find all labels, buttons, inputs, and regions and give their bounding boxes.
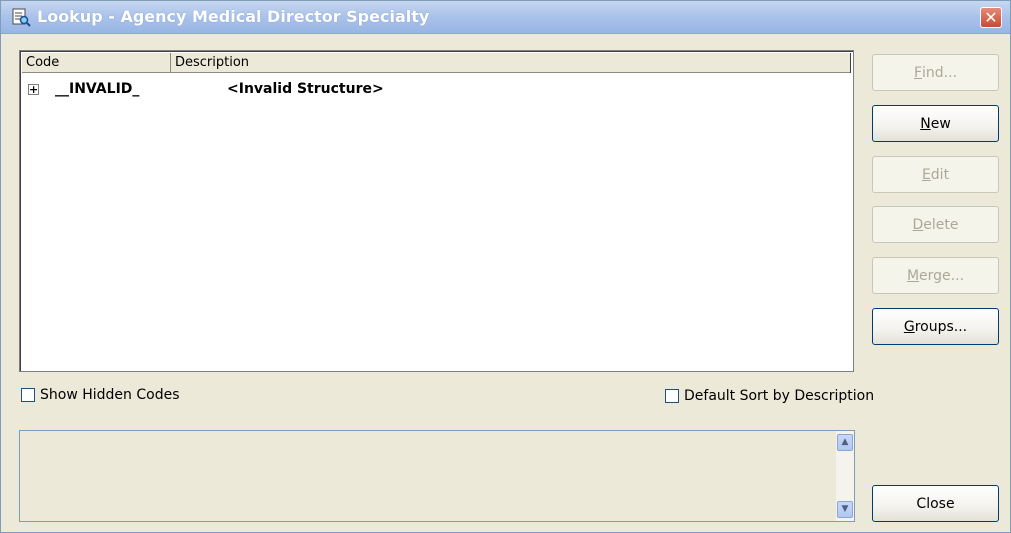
close-label: Close (916, 495, 955, 512)
window-title: Lookup - Agency Medical Director Special… (37, 7, 430, 26)
find-button[interactable]: Find... (872, 54, 999, 91)
merge-label: erge... (919, 267, 965, 284)
row-code: __INVALID_ (55, 81, 140, 97)
scroll-down-icon[interactable]: ▼ (837, 501, 853, 518)
column-header-description[interactable]: Description (171, 53, 851, 73)
lookup-window: Lookup - Agency Medical Director Special… (0, 0, 1011, 533)
row-description: <Invalid Structure> (227, 81, 384, 97)
find-label: ind... (922, 64, 958, 81)
delete-label: elete (923, 216, 959, 233)
edit-mnemonic: E (921, 166, 931, 183)
show-hidden-codes-option[interactable]: Show Hidden Codes (21, 386, 180, 404)
delete-mnemonic: D (912, 216, 924, 233)
default-sort-checkbox[interactable] (665, 389, 679, 403)
list-header: Code Description (22, 53, 851, 73)
column-header-code[interactable]: Code (22, 53, 171, 73)
window-close-button[interactable]: ✕ (980, 7, 1002, 28)
groups-button[interactable]: Groups... (872, 308, 999, 345)
lookup-document-icon (12, 8, 31, 27)
details-memo[interactable]: ▲ ▼ (19, 430, 855, 522)
lookup-list[interactable]: Code Description + __INVALID_ <Invalid S… (19, 50, 854, 372)
memo-scrollbar[interactable]: ▲ ▼ (836, 431, 854, 521)
find-mnemonic: F (913, 64, 923, 81)
close-icon: ✕ (984, 8, 998, 27)
groups-label: roups... (914, 318, 968, 335)
new-label: ew (930, 115, 951, 132)
new-button[interactable]: New (872, 105, 999, 142)
edit-button[interactable]: Edit (872, 156, 999, 193)
list-item[interactable]: + __INVALID_ <Invalid Structure> (22, 81, 851, 101)
default-sort-option[interactable]: Default Sort by Description (665, 387, 874, 405)
edit-label: dit (930, 166, 950, 183)
merge-mnemonic: M (906, 267, 920, 284)
groups-mnemonic: G (903, 318, 915, 335)
delete-button[interactable]: Delete (872, 206, 999, 243)
show-hidden-codes-checkbox[interactable] (21, 388, 35, 402)
merge-button[interactable]: Merge... (872, 257, 999, 294)
scroll-up-icon[interactable]: ▲ (837, 434, 853, 451)
new-mnemonic: N (920, 115, 931, 132)
close-button[interactable]: Close (872, 485, 999, 522)
title-bar[interactable]: Lookup - Agency Medical Director Special… (1, 1, 1010, 34)
show-hidden-codes-label: Show Hidden Codes (40, 387, 180, 403)
expand-icon[interactable]: + (28, 84, 39, 95)
default-sort-label: Default Sort by Description (684, 388, 875, 404)
